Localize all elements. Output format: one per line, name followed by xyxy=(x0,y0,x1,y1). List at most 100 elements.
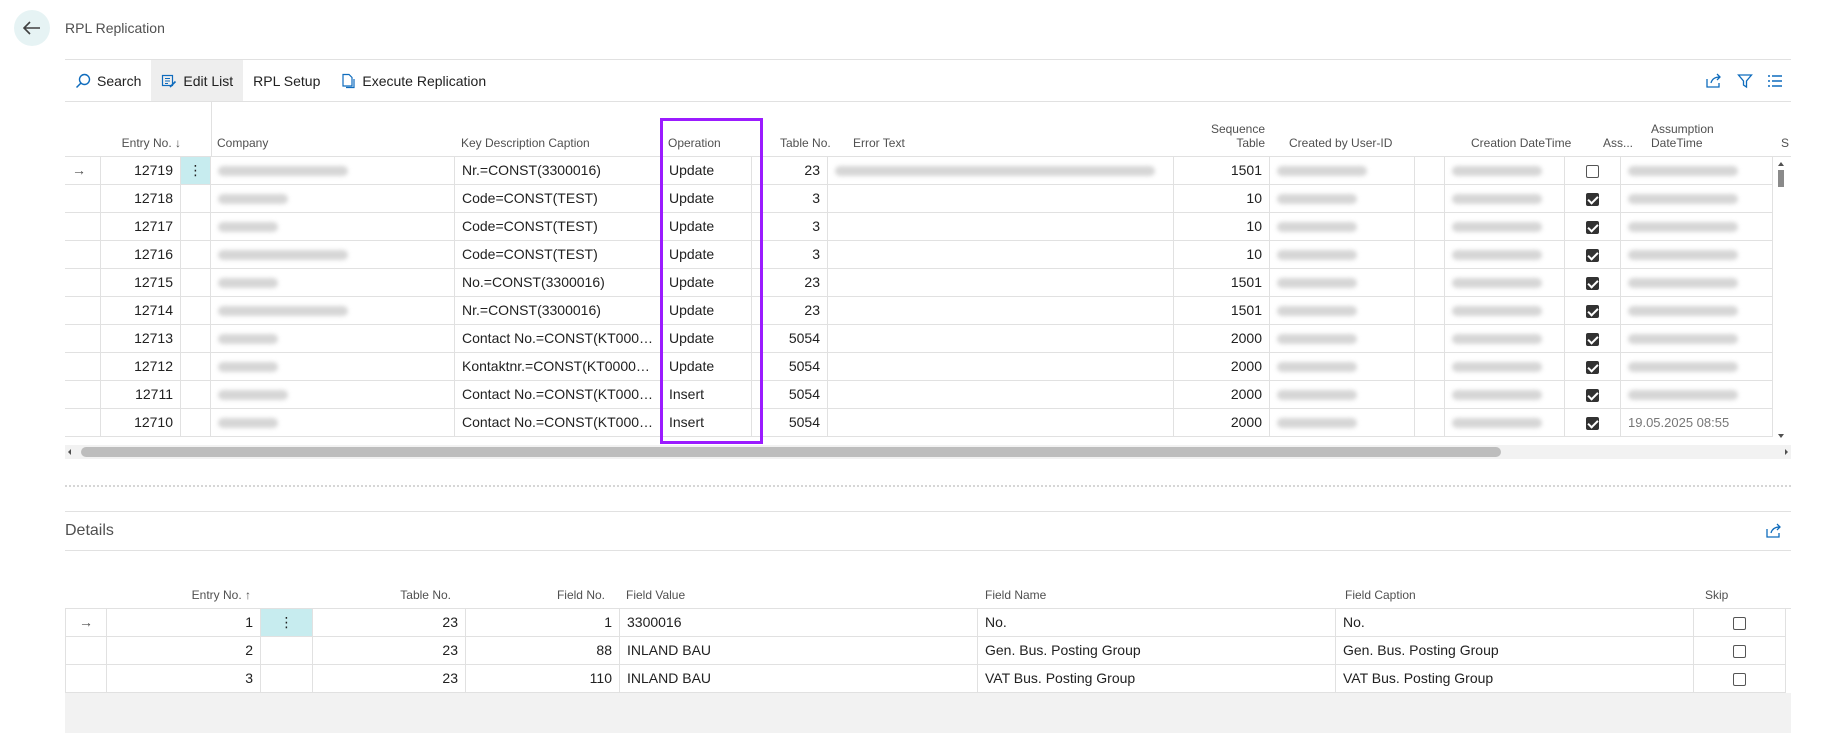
key-description-cell[interactable]: Contact No.=CONST(KT00005)... xyxy=(455,325,662,353)
details-entry-no-cell[interactable]: 2 xyxy=(107,637,261,665)
details-field-no-cell[interactable]: 1 xyxy=(466,609,620,637)
key-description-cell[interactable]: Kontaktnr.=CONST(KT00005)... xyxy=(455,353,662,381)
col-creation-datetime[interactable]: Creation DateTime xyxy=(1471,136,1571,150)
details-skip-cell[interactable] xyxy=(1694,665,1786,693)
error-text-cell[interactable] xyxy=(828,325,1174,353)
error-text-cell[interactable] xyxy=(828,297,1174,325)
ass-checkbox[interactable] xyxy=(1586,192,1599,206)
sequence-table-cell[interactable]: 2000 xyxy=(1174,381,1270,409)
entry-no-cell[interactable]: 12716 xyxy=(101,241,181,269)
edit-list-button[interactable]: Edit List xyxy=(151,60,244,101)
details-table-no-cell[interactable]: 23 xyxy=(313,609,466,637)
row-actions-cell[interactable] xyxy=(181,353,211,381)
error-text-cell[interactable] xyxy=(828,185,1174,213)
operation-cell[interactable]: Update xyxy=(662,213,752,241)
created-by-cell[interactable] xyxy=(1270,213,1415,241)
error-text-cell[interactable] xyxy=(828,213,1174,241)
ass-cell[interactable] xyxy=(1565,185,1621,213)
details-row[interactable]: → 1 ⋮ 23 1 3300016 No. No. xyxy=(66,609,1791,637)
table-row[interactable]: 12715 No.=CONST(3300016) Update 23 1501 xyxy=(65,269,1791,297)
back-button[interactable] xyxy=(14,10,50,46)
creation-datetime-cell[interactable] xyxy=(1445,157,1565,185)
details-row[interactable]: 3 23 110 INLAND BAU VAT Bus. Posting Gro… xyxy=(66,665,1791,693)
table-row[interactable]: 12712 Kontaktnr.=CONST(KT00005)... Updat… xyxy=(65,353,1791,381)
created-by-cell[interactable] xyxy=(1270,409,1415,437)
share-icon[interactable] xyxy=(1705,73,1723,89)
row-actions-cell[interactable] xyxy=(181,185,211,213)
company-cell[interactable] xyxy=(211,297,455,325)
sequence-table-cell[interactable]: 2000 xyxy=(1174,353,1270,381)
creation-datetime-cell[interactable] xyxy=(1445,409,1565,437)
error-text-cell[interactable] xyxy=(828,269,1174,297)
entry-no-cell[interactable]: 12715 xyxy=(101,269,181,297)
filter-icon[interactable] xyxy=(1737,73,1753,89)
col-ass[interactable]: Ass... xyxy=(1603,136,1633,150)
entry-no-cell[interactable]: 12717 xyxy=(101,213,181,241)
col-key-description[interactable]: Key Description Caption xyxy=(461,136,590,150)
details-row-actions-cell[interactable]: ⋮ xyxy=(261,609,313,637)
table-row[interactable]: 12711 Contact No.=CONST(KT00005)... Inse… xyxy=(65,381,1791,409)
row-indicator[interactable] xyxy=(65,409,101,437)
row-actions-cell[interactable] xyxy=(181,241,211,269)
operation-cell[interactable]: Update xyxy=(662,353,752,381)
table-no-cell[interactable]: 5054 xyxy=(752,381,828,409)
company-cell[interactable] xyxy=(211,353,455,381)
table-no-cell[interactable]: 23 xyxy=(752,269,828,297)
row-indicator[interactable] xyxy=(65,381,101,409)
details-col-entry-no[interactable]: Entry No. ↑ xyxy=(159,588,251,602)
entry-no-cell[interactable]: 12713 xyxy=(101,325,181,353)
col-entry-no[interactable]: Entry No. ↓ xyxy=(101,136,181,150)
details-row-actions-cell[interactable] xyxy=(261,637,313,665)
sequence-table-cell[interactable]: 2000 xyxy=(1174,325,1270,353)
ass-checkbox[interactable] xyxy=(1586,304,1599,318)
key-description-cell[interactable]: Contact No.=CONST(KT00005)... xyxy=(455,381,662,409)
creation-datetime-cell[interactable] xyxy=(1445,185,1565,213)
details-field-value-cell[interactable]: 3300016 xyxy=(620,609,978,637)
col-s[interactable]: S xyxy=(1781,136,1789,150)
col-sequence-table[interactable]: Sequence Table xyxy=(1205,122,1265,150)
ass-cell[interactable] xyxy=(1565,157,1621,185)
table-row[interactable]: 12716 Code=CONST(TEST) Update 3 10 xyxy=(65,241,1791,269)
details-skip-cell[interactable] xyxy=(1694,637,1786,665)
details-entry-no-cell[interactable]: 1 xyxy=(107,609,261,637)
col-created-by[interactable]: Created by User-ID xyxy=(1289,136,1392,150)
details-field-no-cell[interactable]: 88 xyxy=(466,637,620,665)
details-field-value-cell[interactable]: INLAND BAU xyxy=(620,665,978,693)
created-by-cell[interactable] xyxy=(1270,269,1415,297)
details-table-no-cell[interactable]: 23 xyxy=(313,665,466,693)
details-col-table-no[interactable]: Table No. xyxy=(365,588,451,602)
entry-no-cell[interactable]: 12712 xyxy=(101,353,181,381)
table-no-cell[interactable]: 23 xyxy=(752,297,828,325)
error-text-cell[interactable] xyxy=(828,381,1174,409)
assumption-datetime-cell[interactable] xyxy=(1621,185,1773,213)
col-operation[interactable]: Operation xyxy=(668,136,721,150)
col-error-text[interactable]: Error Text xyxy=(853,136,905,150)
key-description-cell[interactable]: Nr.=CONST(3300016) xyxy=(455,157,662,185)
assumption-datetime-cell[interactable] xyxy=(1621,269,1773,297)
creation-datetime-cell[interactable] xyxy=(1445,381,1565,409)
sequence-table-cell[interactable]: 1501 xyxy=(1174,157,1270,185)
operation-cell[interactable]: Insert xyxy=(662,409,752,437)
row-actions-cell[interactable] xyxy=(181,213,211,241)
ass-cell[interactable] xyxy=(1565,213,1621,241)
details-row-indicator[interactable] xyxy=(66,665,107,693)
key-description-cell[interactable]: Code=CONST(TEST) xyxy=(455,185,662,213)
assumption-datetime-cell[interactable] xyxy=(1621,325,1773,353)
created-by-cell[interactable] xyxy=(1270,157,1415,185)
ass-cell[interactable] xyxy=(1565,297,1621,325)
creation-datetime-cell[interactable] xyxy=(1445,297,1565,325)
ass-cell[interactable] xyxy=(1565,409,1621,437)
col-table-no[interactable]: Table No. xyxy=(780,136,831,150)
row-indicator[interactable] xyxy=(65,241,101,269)
created-by-cell[interactable] xyxy=(1270,241,1415,269)
assumption-datetime-cell[interactable] xyxy=(1621,157,1773,185)
details-field-caption-cell[interactable]: Gen. Bus. Posting Group xyxy=(1336,637,1694,665)
details-field-caption-cell[interactable]: No. xyxy=(1336,609,1694,637)
table-row[interactable]: → 12719 ⋮ Nr.=CONST(3300016) Update 23 1… xyxy=(65,157,1791,185)
company-cell[interactable] xyxy=(211,241,455,269)
details-field-name-cell[interactable]: Gen. Bus. Posting Group xyxy=(978,637,1336,665)
key-description-cell[interactable]: Contact No.=CONST(KT00005)... xyxy=(455,409,662,437)
details-field-no-cell[interactable]: 110 xyxy=(466,665,620,693)
ass-checkbox[interactable] xyxy=(1586,360,1599,374)
key-description-cell[interactable]: No.=CONST(3300016) xyxy=(455,269,662,297)
